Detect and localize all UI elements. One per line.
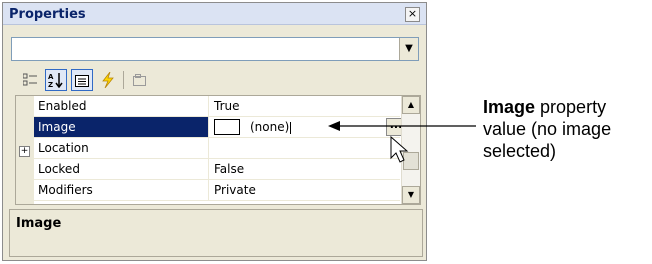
mouse-pointer-icon [390, 135, 409, 163]
callout-text: Image property value (no image selected) [483, 96, 648, 162]
callout-arrow-head [328, 121, 340, 131]
callout-bold-word: Image [483, 97, 536, 117]
